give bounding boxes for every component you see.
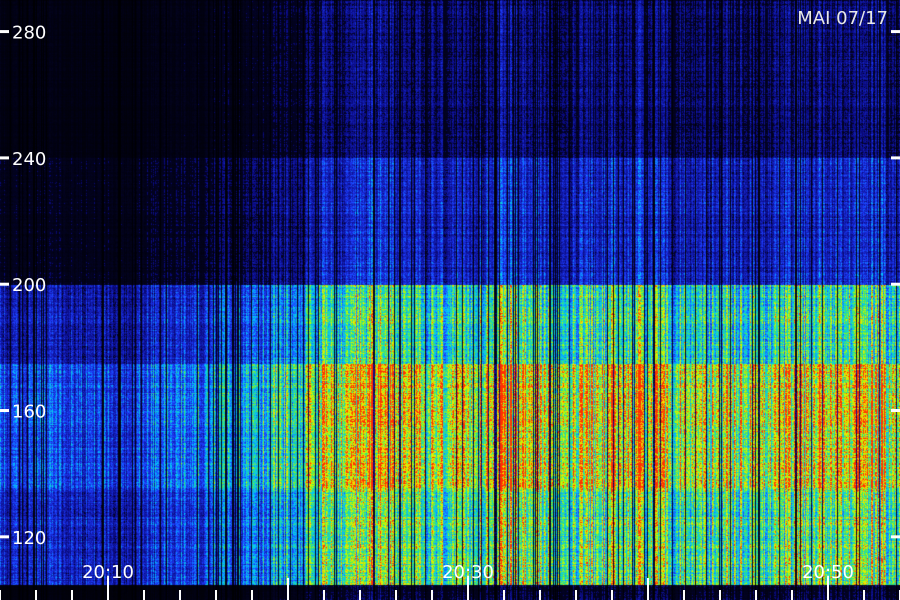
date-stamp: MAI 07/17 <box>797 8 888 29</box>
y-tick-label: 200 <box>12 275 46 296</box>
x-axis-ticks: 20:10 20:30 20:50 <box>0 562 900 600</box>
x-tick-label: 20:10 <box>82 562 134 583</box>
x-tick-label: 20:30 <box>442 562 494 583</box>
y-tick-label: 240 <box>12 149 46 170</box>
y-axis-ticks: 120 160 200 240 280 <box>0 23 900 549</box>
y-tick-label: 160 <box>12 402 46 423</box>
spectrogram-axes: 120 160 200 240 280 20:10 20:30 20:50 MAI 07/1… <box>0 8 900 600</box>
y-tick-label: 280 <box>12 23 46 44</box>
y-tick-label: 120 <box>12 528 46 549</box>
x-tick-label: 20:50 <box>802 562 854 583</box>
